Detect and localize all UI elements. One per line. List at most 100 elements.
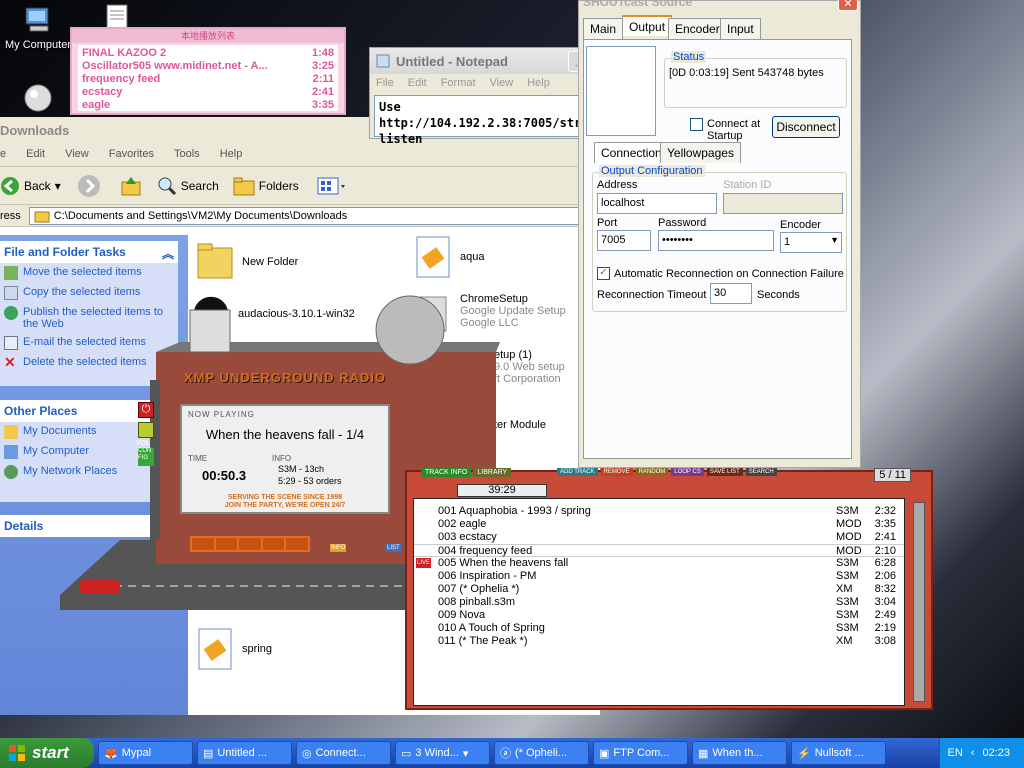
desktop-icon-my-computer[interactable]: My Computer [2, 4, 74, 51]
timeout-input[interactable]: 30 [710, 283, 752, 304]
table-row[interactable]: 008 pinball.s3m S3M 3:04 [414, 596, 904, 609]
tab-yellowpages[interactable]: Yellowpages [660, 142, 741, 163]
address-input[interactable]: localhost [597, 193, 717, 214]
collapse-icon[interactable]: ︽ [162, 245, 174, 261]
tab-library[interactable]: LIBRARY [473, 468, 512, 477]
search-button[interactable]: SEARCH [745, 468, 777, 476]
file-new-folder[interactable]: New Folder [196, 240, 298, 284]
output-list[interactable] [586, 46, 656, 136]
menu-help[interactable]: Help [527, 77, 550, 89]
file-spring[interactable]: spring [196, 627, 272, 671]
tab-input[interactable]: Input [720, 18, 761, 39]
task-move[interactable]: Move the selected items [0, 263, 178, 283]
password-input[interactable]: •••••••• [658, 230, 774, 251]
tab-encoder[interactable]: Encoder [668, 18, 727, 39]
file-setup[interactable]: etup (1) 9.0 Web setup ft Corporation [494, 349, 565, 385]
file-module[interactable]: ter Module [494, 419, 546, 431]
table-row[interactable]: 004 frequency feed MOD 2:10 [414, 544, 904, 557]
encoder-select[interactable]: 1 ▼ [780, 232, 842, 253]
disconnect-button[interactable]: Disconnect [772, 116, 840, 138]
folders-button[interactable]: Folders [233, 176, 299, 196]
port-input[interactable]: 7005 [597, 230, 651, 251]
table-row[interactable]: 006 Inspiration - PM S3M 2:06 [414, 570, 904, 583]
table-row[interactable]: 011 (* The Peak *) XM 3:08 [414, 635, 904, 648]
list-item[interactable]: frequency feed 2:11 [82, 73, 334, 86]
info-sign[interactable]: INFO [330, 544, 347, 552]
list-item[interactable]: eagle 3:35 [82, 99, 334, 112]
language-indicator[interactable]: EN [948, 747, 963, 759]
table-row[interactable]: 002 eagle MOD 3:35 [414, 518, 904, 531]
remove-button[interactable]: REMOVE [600, 468, 633, 476]
station-id-input[interactable] [723, 193, 843, 214]
save-list-button[interactable]: SAVE LIST [706, 468, 743, 476]
taskbar-button-mypal[interactable]: 🦊 Mypal [98, 741, 193, 765]
forward-arrow-icon[interactable] [77, 174, 101, 198]
menu-view[interactable]: View [490, 77, 514, 89]
table-row[interactable]: 010 A Touch of Spring S3M 2:19 [414, 622, 904, 635]
playlist-tabs: TRACK INFO LIBRARY [421, 468, 512, 477]
tab-connection[interactable]: Connection [594, 142, 669, 163]
back-button[interactable]: Back ▾ [0, 176, 61, 196]
auto-reconnect-checkbox[interactable]: ✓ [597, 267, 610, 280]
table-row[interactable]: 007 (* Ophelia *) XM 8:32 [414, 583, 904, 596]
config-button[interactable]: CON FIG [138, 448, 154, 466]
loop-button[interactable]: LOOP CS [671, 468, 704, 476]
menu-view[interactable]: View [65, 148, 89, 166]
table-row[interactable]: 001 Aquaphobia - 1993 / spring S3M 2:32 [414, 505, 904, 518]
next-button[interactable] [286, 538, 308, 550]
media-file-icon [198, 628, 232, 670]
up-folder-icon[interactable] [119, 174, 143, 198]
desktop-icon-disc[interactable] [2, 82, 74, 117]
eject-button[interactable] [138, 422, 154, 438]
sphere-icon [24, 84, 52, 112]
pause-button[interactable] [239, 538, 261, 550]
taskbar-button-connect[interactable]: ◎ Connect... [296, 741, 391, 765]
list-sign[interactable]: LIST [386, 544, 401, 552]
add-track-button[interactable]: ADD TRACK [557, 468, 598, 476]
playlist-scrollbar[interactable] [913, 502, 925, 702]
tab-output[interactable]: Output [622, 15, 673, 36]
list-item[interactable]: FINAL KAZOO 2 1:48 [82, 47, 334, 60]
menu-edit[interactable]: Edit [408, 77, 427, 89]
file-aqua[interactable]: aqua [414, 235, 484, 279]
list-item[interactable]: Oscillator505 www.midinet.net - A... 3:25 [82, 60, 334, 73]
connect-at-startup[interactable]: Connect at Startup [690, 118, 767, 142]
tray-expand-icon[interactable]: ‹ [971, 747, 975, 759]
search-icon [158, 177, 176, 195]
power-button[interactable]: ⏻ [138, 402, 154, 418]
folder-icon [4, 425, 18, 439]
views-icon[interactable] [317, 176, 347, 196]
stop-button[interactable] [262, 538, 285, 550]
menu-edit[interactable]: Edit [26, 148, 45, 166]
play-button[interactable] [215, 538, 238, 550]
audacious-icon: ⓐ [500, 748, 511, 760]
taskbar-button-xmplay[interactable]: ▦ When th... [692, 741, 787, 765]
taskbar-button-nullsoft[interactable]: ⚡ Nullsoft ... [791, 741, 886, 765]
tab-track-info[interactable]: TRACK INFO [421, 468, 472, 477]
list-item[interactable]: ecstacy 2:41 [82, 86, 334, 99]
address-input[interactable]: C:\Documents and Settings\VM2\My Documen… [28, 206, 600, 225]
connect-at-startup-checkbox[interactable] [690, 118, 703, 131]
search-button[interactable]: Search [157, 176, 219, 196]
table-row[interactable]: LIVE 005 When the heavens fall S3M 6:28 [414, 557, 904, 570]
menu-file[interactable]: e [0, 148, 6, 166]
tab-main[interactable]: Main [583, 18, 624, 39]
menu-help[interactable]: Help [220, 148, 243, 166]
menu-tools[interactable]: Tools [174, 148, 200, 166]
table-row[interactable]: 003 ecstacy MOD 2:41 [414, 531, 904, 544]
menu-file[interactable]: File [376, 77, 394, 89]
taskbar-button-windows[interactable]: ▭ 3 Wind... ▾ [395, 741, 490, 765]
taskbar-button-audacious[interactable]: ⓐ (* Opheli... [494, 741, 589, 765]
start-button[interactable]: start [0, 738, 94, 768]
menu-format[interactable]: Format [441, 77, 476, 89]
taskbar-button-notepad[interactable]: ▤ Untitled ... [197, 741, 292, 765]
table-row[interactable]: 009 Nova S3M 2:49 [414, 609, 904, 622]
prev-button[interactable] [192, 538, 214, 550]
file-folder-tasks-header[interactable]: File and Folder Tasks ︽ [0, 241, 178, 263]
random-button[interactable]: RANDOM [635, 468, 669, 476]
auto-reconnect[interactable]: ✓ Automatic Reconnection on Connection F… [597, 267, 844, 280]
menu-favorites[interactable]: Favorites [109, 148, 154, 166]
taskbar-button-ftp[interactable]: ▣ FTP Com... [593, 741, 688, 765]
close-button[interactable]: ✕ [838, 0, 858, 11]
playlist-list[interactable]: 001 Aquaphobia - 1993 / spring S3M 2:32 00… [413, 498, 905, 706]
